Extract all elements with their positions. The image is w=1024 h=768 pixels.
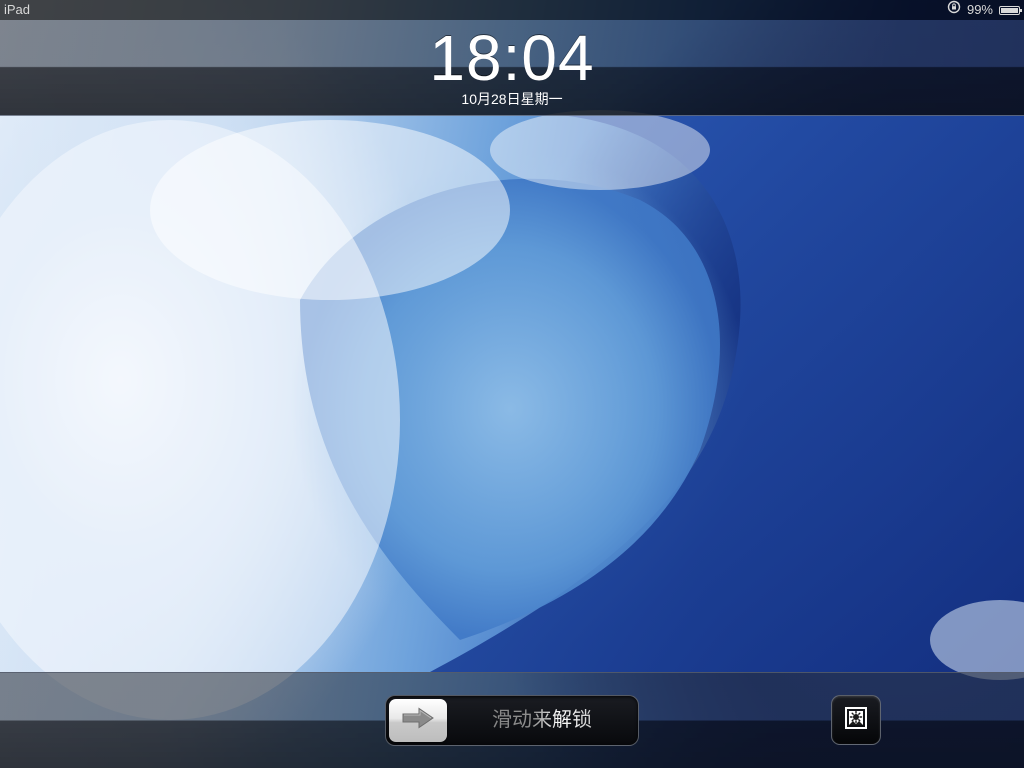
arrow-right-icon	[401, 707, 435, 734]
unlock-slider-label: 滑动来解锁	[454, 696, 630, 745]
status-indicators: 99%	[947, 0, 1022, 20]
ipad-lock-screen: iPad 99% 18:04 10月28日星期一 滑动来解锁	[0, 0, 1024, 768]
photo-frame-icon	[843, 705, 869, 736]
clock-bar: 18:04 10月28日星期一	[0, 20, 1024, 116]
unlock-slider[interactable]: 滑动来解锁	[385, 695, 639, 746]
battery-percent: 99%	[966, 2, 993, 17]
battery-icon	[999, 5, 1022, 15]
clock-time: 18:04	[429, 22, 595, 94]
unlock-slider-knob[interactable]	[389, 699, 447, 742]
battery-fill	[1001, 7, 1018, 13]
clock-date: 10月28日星期一	[461, 91, 563, 107]
device-name: iPad	[4, 2, 31, 17]
status-bar: iPad 99%	[0, 0, 1024, 20]
bottom-bar: 滑动来解锁	[0, 672, 1024, 768]
rotation-lock-icon	[947, 0, 961, 20]
photo-frame-button[interactable]	[831, 695, 881, 745]
